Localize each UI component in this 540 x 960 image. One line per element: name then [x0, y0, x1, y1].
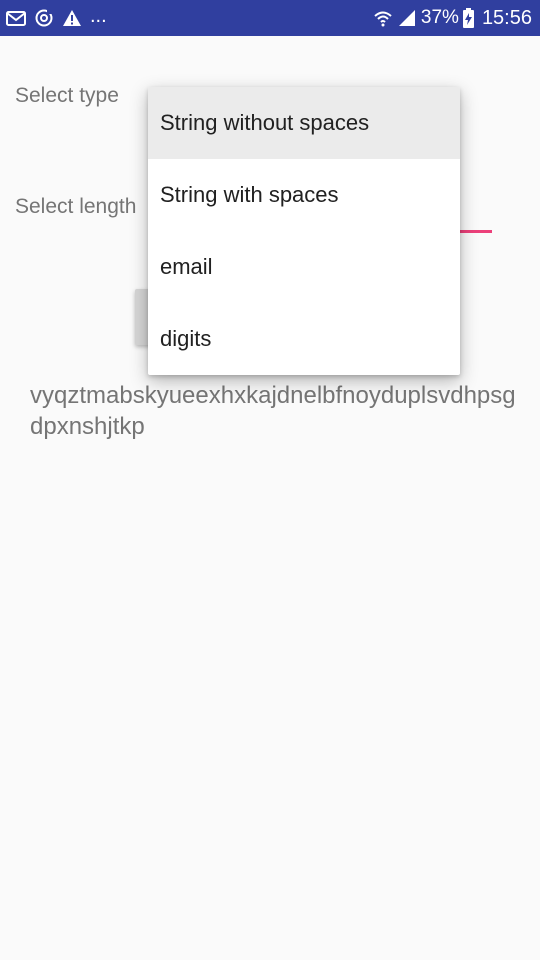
dropdown-item-string-with-spaces[interactable]: String with spaces	[148, 159, 460, 231]
generated-string: vyqztmabskyueexhxkajdnelbfnoyduplsvdhpsg…	[30, 382, 516, 440]
battery-charging-icon	[462, 8, 474, 28]
dropdown-item-string-without-spaces[interactable]: String without spaces	[148, 87, 460, 159]
wifi-icon	[374, 11, 392, 27]
warning-icon	[63, 10, 81, 26]
battery-percent: 37%	[420, 7, 459, 28]
sync-icon	[35, 9, 53, 27]
clock: 15:56	[481, 6, 532, 29]
dropdown-item-email[interactable]: email	[148, 231, 460, 303]
signal-icon	[398, 10, 415, 26]
notification-area: ...	[6, 0, 107, 36]
length-slider[interactable]	[455, 230, 492, 233]
app-content: Select type Select length vyqztmabskyuee…	[0, 36, 540, 960]
select-length-label: Select length	[15, 195, 137, 218]
type-dropdown-menu: String without spaces String with spaces…	[148, 87, 460, 375]
system-status: 37% 15:56	[373, 0, 532, 36]
select-type-label: Select type	[15, 84, 119, 107]
dropdown-item-digits[interactable]: digits	[148, 303, 460, 375]
status-bar: ... 37% 15:56	[0, 0, 540, 36]
gmail-icon	[6, 11, 26, 26]
more-notifications-icon: ...	[90, 5, 107, 27]
